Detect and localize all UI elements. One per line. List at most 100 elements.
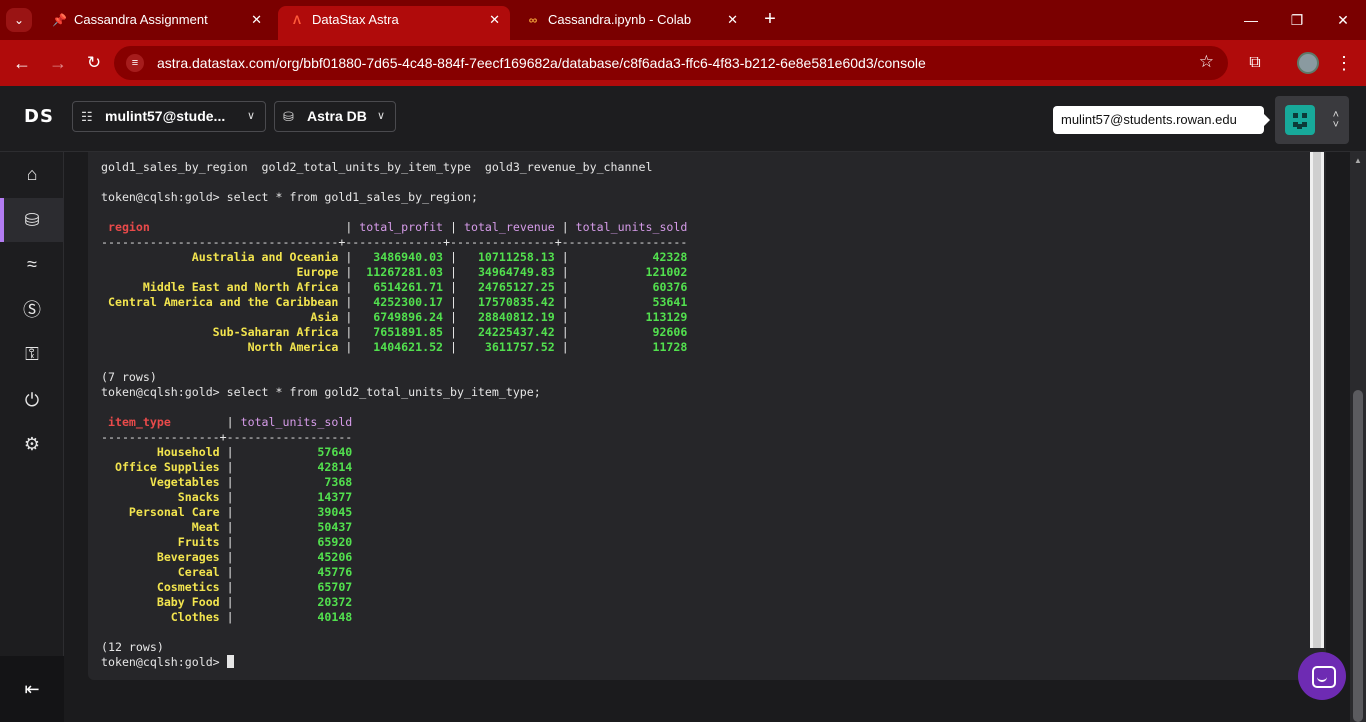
- column-separator: |: [450, 265, 458, 279]
- column-separator: |: [226, 505, 234, 519]
- row-key: Asia: [101, 310, 346, 324]
- bookmark-star-icon[interactable]: ☆: [1199, 52, 1214, 72]
- more-menu-icon[interactable]: ⋮: [1332, 51, 1356, 75]
- terminal-output[interactable]: gold1_sales_by_region gold2_total_units_…: [101, 160, 694, 670]
- column-header: total_units_sold: [233, 415, 360, 429]
- q2-row: Meat | 50437: [101, 520, 694, 535]
- tab-title: DataStax Astra: [312, 12, 399, 27]
- row-value: 17570835.42: [457, 295, 562, 309]
- page-scrollbar[interactable]: ▲: [1350, 152, 1366, 722]
- q1-separator: ----------------------------------+-----…: [101, 235, 694, 250]
- row-value: 24225437.42: [457, 325, 562, 339]
- scrollbar-thumb[interactable]: [1353, 390, 1363, 722]
- close-icon[interactable]: ✕: [251, 6, 262, 34]
- organization-selector-label: mulint57@stude...: [105, 108, 226, 124]
- product-selector[interactable]: ⛁ Astra DB ∨: [274, 101, 396, 132]
- cql-console[interactable]: gold1_sales_by_region gold2_total_units_…: [88, 152, 1326, 680]
- column-header: total_profit: [352, 220, 451, 234]
- row-value: 6514261.71: [352, 280, 451, 294]
- forward-button[interactable]: →: [46, 51, 70, 75]
- q2-separator: -----------------+------------------: [101, 430, 694, 445]
- extensions-icon[interactable]: ⧉: [1243, 51, 1267, 75]
- restore-button[interactable]: ❐: [1282, 8, 1312, 32]
- column-separator: |: [226, 580, 234, 594]
- q1-row: North America | 1404621.52 | 3611757.52 …: [101, 340, 694, 355]
- column-separator: |: [226, 415, 234, 429]
- billing-icon[interactable]: Ⓢ: [0, 288, 64, 332]
- prompt-text: token@cqlsh:gold>: [101, 655, 227, 669]
- row-value: 20372: [233, 595, 360, 609]
- column-separator: |: [226, 520, 234, 534]
- tables-list-text: gold1_sales_by_region gold2_total_units_…: [101, 160, 653, 174]
- row-value: 42814: [233, 460, 360, 474]
- column-separator: |: [226, 565, 234, 579]
- row-value: 57640: [233, 445, 360, 459]
- column-header: region: [101, 220, 346, 234]
- reload-button[interactable]: ↻: [82, 51, 106, 75]
- row-value: 3486940.03: [352, 250, 451, 264]
- chat-support-button[interactable]: [1298, 652, 1346, 700]
- browser-tab-bar: ⌄ 📌 Cassandra Assignment ✕ Λ DataStax As…: [0, 0, 1366, 40]
- close-icon[interactable]: ✕: [489, 6, 500, 34]
- q2-row: Vegetables | 7368: [101, 475, 694, 490]
- row-value: 11728: [568, 340, 695, 354]
- column-separator: |: [226, 535, 234, 549]
- chevron-down-icon: ∨: [376, 110, 385, 122]
- row-value: 10711258.13: [457, 250, 562, 264]
- new-tab-button[interactable]: +: [758, 8, 782, 32]
- tab-datastax-astra[interactable]: Λ DataStax Astra ✕: [278, 6, 510, 40]
- organization-selector[interactable]: ☷ mulint57@stude... ∨: [72, 101, 266, 132]
- column-separator: |: [226, 445, 234, 459]
- tab-colab[interactable]: ∞ Cassandra.ipynb - Colab ✕: [514, 6, 748, 40]
- collapse-sidebar-icon[interactable]: ⇤: [0, 656, 64, 722]
- address-bar[interactable]: ≡ astra.datastax.com/org/bbf01880-7d65-4…: [114, 46, 1228, 80]
- q2-row: Snacks | 14377: [101, 490, 694, 505]
- row-value: 113129: [568, 310, 695, 324]
- back-button[interactable]: ←: [10, 51, 34, 75]
- user-avatar: [1285, 105, 1315, 135]
- column-separator: |: [561, 220, 569, 234]
- column-separator: |: [226, 490, 234, 504]
- scroll-up-icon[interactable]: ▲: [1350, 156, 1366, 165]
- q2-row: Personal Care | 39045: [101, 505, 694, 520]
- column-separator: |: [561, 295, 569, 309]
- row-value: 7651891.85: [352, 325, 451, 339]
- tab-cassandra-assignment[interactable]: 📌 Cassandra Assignment ✕: [40, 6, 272, 40]
- row-count: (7 rows): [101, 370, 694, 385]
- row-value: 7368: [233, 475, 360, 489]
- row-value: 60376: [568, 280, 695, 294]
- column-separator: |: [450, 250, 458, 264]
- close-icon[interactable]: ✕: [727, 6, 738, 34]
- url-text: astra.datastax.com/org/bbf01880-7d65-4c4…: [157, 55, 926, 71]
- browser-profile-avatar[interactable]: [1297, 52, 1319, 74]
- minimize-button[interactable]: —: [1236, 8, 1266, 32]
- user-menu-button[interactable]: ˄ ˅: [1275, 96, 1349, 144]
- plug-icon[interactable]: ⏻: [0, 378, 64, 422]
- site-info-icon[interactable]: ≡: [126, 54, 144, 72]
- row-key: Vegetables: [101, 475, 227, 489]
- row-count: (12 rows): [101, 640, 694, 655]
- column-separator: |: [450, 280, 458, 294]
- sidebar: ⌂ ⛁ ≈ Ⓢ ⚿ ⏻ ⚙ ⇤: [0, 152, 64, 722]
- key-icon[interactable]: ⚿: [0, 332, 64, 376]
- row-value: 3611757.52: [457, 340, 562, 354]
- row-key: Beverages: [101, 550, 227, 564]
- q2-row: Clothes | 40148: [101, 610, 694, 625]
- home-icon[interactable]: ⌂: [0, 152, 64, 196]
- console-scrollbar[interactable]: [1310, 152, 1324, 648]
- database-icon[interactable]: ⛁: [0, 198, 64, 242]
- row-key: Baby Food: [101, 595, 227, 609]
- row-value: 39045: [233, 505, 360, 519]
- streaming-icon[interactable]: ≈: [0, 242, 64, 286]
- settings-icon[interactable]: ⚙: [0, 422, 64, 466]
- prompt-text: token@cqlsh:gold> select * from gold2_to…: [101, 385, 541, 399]
- row-value: 6749896.24: [352, 310, 451, 324]
- row-key: Office Supplies: [101, 460, 227, 474]
- q1-row: Asia | 6749896.24 | 28840812.19 | 113129: [101, 310, 694, 325]
- column-separator: |: [226, 595, 234, 609]
- datastax-logo[interactable]: DS: [24, 106, 54, 127]
- tab-search-button[interactable]: ⌄: [6, 8, 32, 32]
- row-key: Household: [101, 445, 227, 459]
- close-window-button[interactable]: ✕: [1328, 8, 1358, 32]
